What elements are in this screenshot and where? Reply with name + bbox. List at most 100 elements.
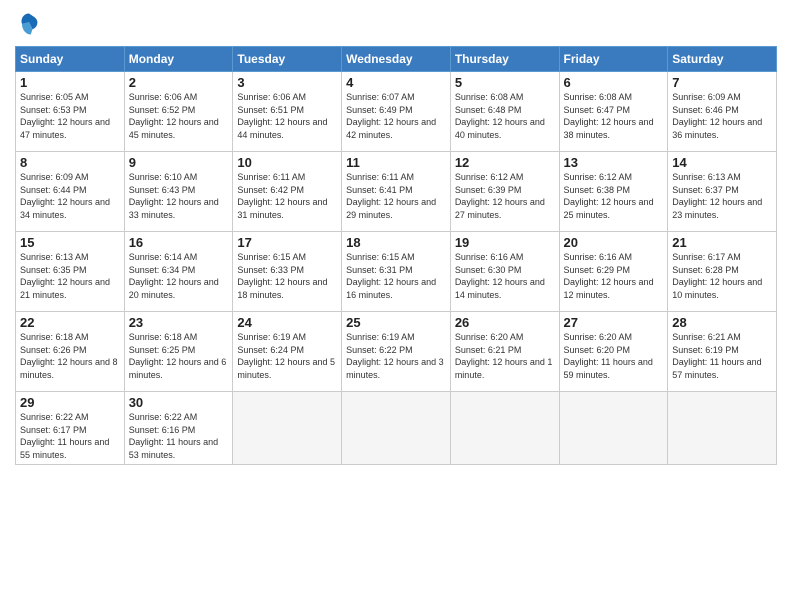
day-number: 1	[20, 75, 120, 90]
day-info: Sunrise: 6:05 AMSunset: 6:53 PMDaylight:…	[20, 91, 120, 141]
empty-cell	[668, 392, 777, 465]
table-row: 30 Sunrise: 6:22 AM Sunset: 6:16 PM Dayl…	[124, 392, 233, 465]
day-number: 25	[346, 315, 446, 330]
table-row: 10 Sunrise: 6:11 AM Sunset: 6:42 PM Dayl…	[233, 152, 342, 232]
empty-cell	[559, 392, 668, 465]
day-info: Sunrise: 6:06 AM Sunset: 6:51 PM Dayligh…	[237, 91, 337, 141]
table-row: 29 Sunrise: 6:22 AM Sunset: 6:17 PM Dayl…	[16, 392, 125, 465]
empty-cell	[233, 392, 342, 465]
table-row: 8 Sunrise: 6:09 AM Sunset: 6:44 PM Dayli…	[16, 152, 125, 232]
day-number: 8	[20, 155, 120, 170]
col-saturday: Saturday	[668, 47, 777, 72]
day-info: Sunrise: 6:19 AM Sunset: 6:22 PM Dayligh…	[346, 331, 446, 381]
table-row: 11 Sunrise: 6:11 AM Sunset: 6:41 PM Dayl…	[342, 152, 451, 232]
calendar-week-row: 1 Sunrise: 6:05 AMSunset: 6:53 PMDayligh…	[16, 72, 777, 152]
day-info: Sunrise: 6:13 AM Sunset: 6:35 PM Dayligh…	[20, 251, 120, 301]
day-number: 26	[455, 315, 555, 330]
calendar-page: Sunday Monday Tuesday Wednesday Thursday…	[0, 0, 792, 612]
day-info: Sunrise: 6:22 AM Sunset: 6:17 PM Dayligh…	[20, 411, 120, 461]
col-thursday: Thursday	[450, 47, 559, 72]
day-number: 14	[672, 155, 772, 170]
table-row: 6 Sunrise: 6:08 AM Sunset: 6:47 PM Dayli…	[559, 72, 668, 152]
day-number: 20	[564, 235, 664, 250]
day-number: 18	[346, 235, 446, 250]
day-number: 28	[672, 315, 772, 330]
day-info: Sunrise: 6:06 AM Sunset: 6:52 PM Dayligh…	[129, 91, 229, 141]
day-number: 16	[129, 235, 229, 250]
day-info: Sunrise: 6:08 AM Sunset: 6:47 PM Dayligh…	[564, 91, 664, 141]
table-row: 4 Sunrise: 6:07 AM Sunset: 6:49 PM Dayli…	[342, 72, 451, 152]
day-number: 17	[237, 235, 337, 250]
day-info: Sunrise: 6:17 AM Sunset: 6:28 PM Dayligh…	[672, 251, 772, 301]
day-number: 7	[672, 75, 772, 90]
table-row: 1 Sunrise: 6:05 AMSunset: 6:53 PMDayligh…	[16, 72, 125, 152]
day-info: Sunrise: 6:22 AM Sunset: 6:16 PM Dayligh…	[129, 411, 229, 461]
day-number: 15	[20, 235, 120, 250]
day-number: 11	[346, 155, 446, 170]
table-row: 14 Sunrise: 6:13 AM Sunset: 6:37 PM Dayl…	[668, 152, 777, 232]
table-row: 20 Sunrise: 6:16 AM Sunset: 6:29 PM Dayl…	[559, 232, 668, 312]
day-number: 10	[237, 155, 337, 170]
calendar-week-row: 22 Sunrise: 6:18 AM Sunset: 6:26 PM Dayl…	[16, 312, 777, 392]
day-number: 29	[20, 395, 120, 410]
day-number: 13	[564, 155, 664, 170]
table-row: 25 Sunrise: 6:19 AM Sunset: 6:22 PM Dayl…	[342, 312, 451, 392]
table-row: 2 Sunrise: 6:06 AM Sunset: 6:52 PM Dayli…	[124, 72, 233, 152]
day-number: 6	[564, 75, 664, 90]
day-info: Sunrise: 6:08 AM Sunset: 6:48 PM Dayligh…	[455, 91, 555, 141]
day-number: 30	[129, 395, 229, 410]
day-number: 27	[564, 315, 664, 330]
day-info: Sunrise: 6:18 AM Sunset: 6:26 PM Dayligh…	[20, 331, 120, 381]
day-info: Sunrise: 6:11 AM Sunset: 6:41 PM Dayligh…	[346, 171, 446, 221]
col-tuesday: Tuesday	[233, 47, 342, 72]
table-row: 16 Sunrise: 6:14 AM Sunset: 6:34 PM Dayl…	[124, 232, 233, 312]
table-row: 22 Sunrise: 6:18 AM Sunset: 6:26 PM Dayl…	[16, 312, 125, 392]
day-number: 12	[455, 155, 555, 170]
table-row: 28 Sunrise: 6:21 AM Sunset: 6:19 PM Dayl…	[668, 312, 777, 392]
day-info: Sunrise: 6:13 AM Sunset: 6:37 PM Dayligh…	[672, 171, 772, 221]
empty-cell	[450, 392, 559, 465]
day-number: 21	[672, 235, 772, 250]
calendar-week-row: 29 Sunrise: 6:22 AM Sunset: 6:17 PM Dayl…	[16, 392, 777, 465]
table-row: 3 Sunrise: 6:06 AM Sunset: 6:51 PM Dayli…	[233, 72, 342, 152]
day-number: 4	[346, 75, 446, 90]
day-info: Sunrise: 6:11 AM Sunset: 6:42 PM Dayligh…	[237, 171, 337, 221]
table-row: 17 Sunrise: 6:15 AM Sunset: 6:33 PM Dayl…	[233, 232, 342, 312]
day-info: Sunrise: 6:12 AM Sunset: 6:38 PM Dayligh…	[564, 171, 664, 221]
calendar-header-row: Sunday Monday Tuesday Wednesday Thursday…	[16, 47, 777, 72]
table-row: 24 Sunrise: 6:19 AM Sunset: 6:24 PM Dayl…	[233, 312, 342, 392]
table-row: 5 Sunrise: 6:08 AM Sunset: 6:48 PM Dayli…	[450, 72, 559, 152]
table-row: 26 Sunrise: 6:20 AM Sunset: 6:21 PM Dayl…	[450, 312, 559, 392]
logo-icon	[15, 10, 43, 38]
day-info: Sunrise: 6:15 AM Sunset: 6:33 PM Dayligh…	[237, 251, 337, 301]
logo	[15, 10, 47, 38]
day-info: Sunrise: 6:15 AM Sunset: 6:31 PM Dayligh…	[346, 251, 446, 301]
day-info: Sunrise: 6:10 AM Sunset: 6:43 PM Dayligh…	[129, 171, 229, 221]
day-info: Sunrise: 6:21 AM Sunset: 6:19 PM Dayligh…	[672, 331, 772, 381]
day-info: Sunrise: 6:20 AM Sunset: 6:20 PM Dayligh…	[564, 331, 664, 381]
col-friday: Friday	[559, 47, 668, 72]
header	[15, 10, 777, 38]
day-info: Sunrise: 6:12 AM Sunset: 6:39 PM Dayligh…	[455, 171, 555, 221]
day-number: 5	[455, 75, 555, 90]
day-info: Sunrise: 6:16 AM Sunset: 6:30 PM Dayligh…	[455, 251, 555, 301]
day-number: 19	[455, 235, 555, 250]
day-number: 2	[129, 75, 229, 90]
table-row: 9 Sunrise: 6:10 AM Sunset: 6:43 PM Dayli…	[124, 152, 233, 232]
day-number: 23	[129, 315, 229, 330]
day-info: Sunrise: 6:18 AM Sunset: 6:25 PM Dayligh…	[129, 331, 229, 381]
empty-cell	[342, 392, 451, 465]
day-info: Sunrise: 6:20 AM Sunset: 6:21 PM Dayligh…	[455, 331, 555, 381]
day-number: 24	[237, 315, 337, 330]
table-row: 19 Sunrise: 6:16 AM Sunset: 6:30 PM Dayl…	[450, 232, 559, 312]
day-info: Sunrise: 6:07 AM Sunset: 6:49 PM Dayligh…	[346, 91, 446, 141]
col-monday: Monday	[124, 47, 233, 72]
table-row: 21 Sunrise: 6:17 AM Sunset: 6:28 PM Dayl…	[668, 232, 777, 312]
calendar-week-row: 15 Sunrise: 6:13 AM Sunset: 6:35 PM Dayl…	[16, 232, 777, 312]
table-row: 15 Sunrise: 6:13 AM Sunset: 6:35 PM Dayl…	[16, 232, 125, 312]
table-row: 13 Sunrise: 6:12 AM Sunset: 6:38 PM Dayl…	[559, 152, 668, 232]
table-row: 12 Sunrise: 6:12 AM Sunset: 6:39 PM Dayl…	[450, 152, 559, 232]
table-row: 23 Sunrise: 6:18 AM Sunset: 6:25 PM Dayl…	[124, 312, 233, 392]
col-wednesday: Wednesday	[342, 47, 451, 72]
col-sunday: Sunday	[16, 47, 125, 72]
